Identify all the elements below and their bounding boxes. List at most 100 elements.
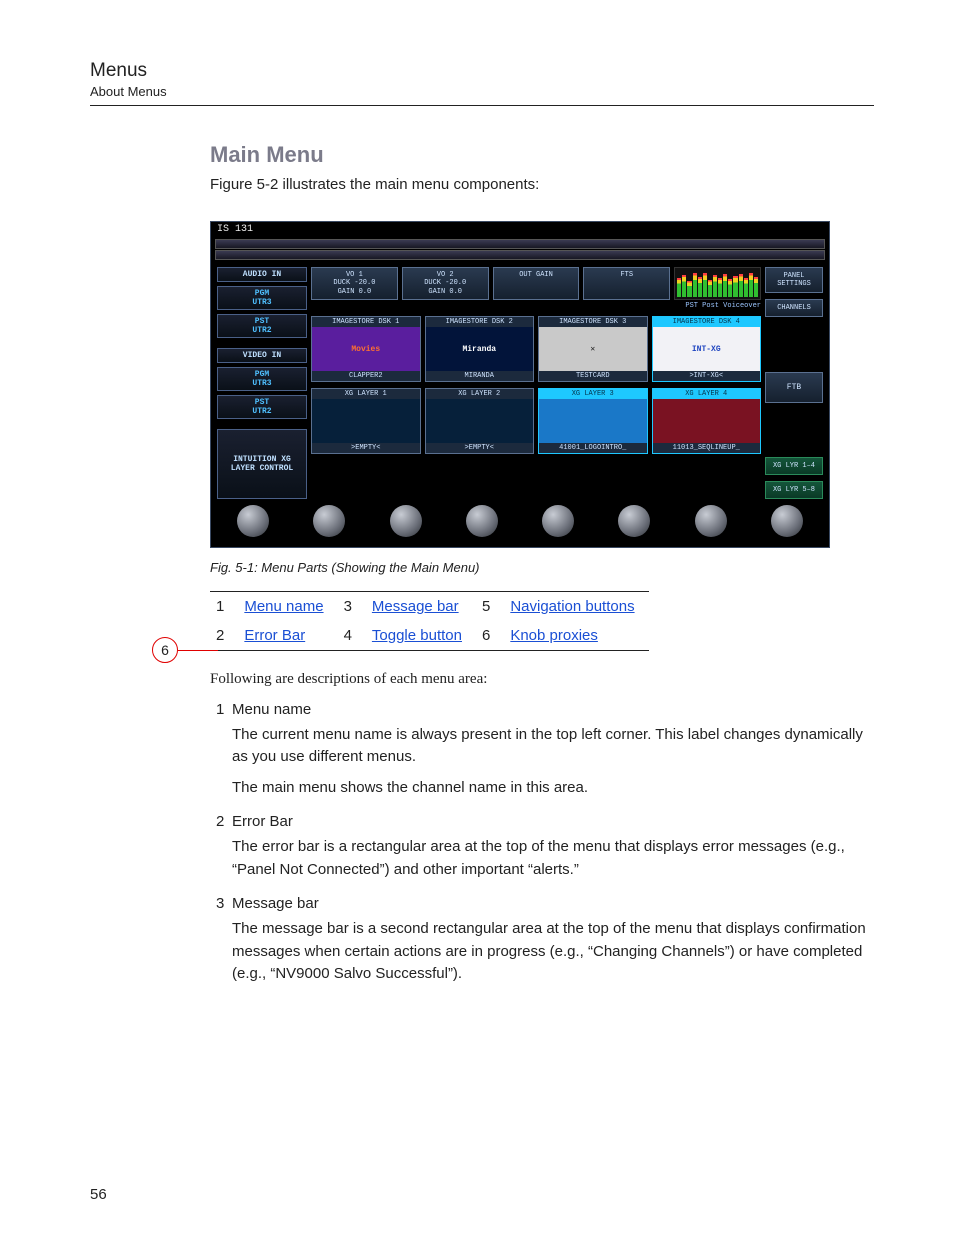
knob-proxy[interactable]	[466, 505, 498, 537]
fts-toggle[interactable]: FTS	[583, 267, 670, 300]
xg-foot: >EMPTY<	[426, 443, 534, 453]
body-intro: Following are descriptions of each menu …	[210, 669, 874, 691]
t: DUCK -20.0	[333, 279, 375, 287]
t: UTR2	[252, 326, 271, 335]
desc-3-p1: The message bar is a second rectangular …	[232, 918, 874, 986]
legend-num: 3	[338, 592, 366, 622]
knob-proxy[interactable]	[695, 505, 727, 537]
xg-title: XG LAYER 1	[312, 389, 420, 399]
xg-foot: >EMPTY<	[312, 443, 420, 453]
dsk-title: IMAGESTORE DSK 3	[539, 317, 647, 327]
dsk-foot: >INT-XG<	[653, 371, 761, 381]
dsk-cell[interactable]: IMAGESTORE DSK 2MirandaMIRANDA	[425, 316, 535, 382]
page-title: Menus	[90, 60, 874, 82]
knob-proxy[interactable]	[542, 505, 574, 537]
figure-caption: Fig. 5-1: Menu Parts (Showing the Main M…	[210, 560, 874, 575]
callout-6: 6	[152, 637, 178, 663]
page-subtitle: About Menus	[90, 84, 874, 99]
legend-link-error-bar[interactable]: Error Bar	[244, 627, 305, 644]
legend-num: 6	[476, 621, 504, 651]
vo2-box[interactable]: VO 2DUCK -20.0GAIN 0.0	[402, 267, 489, 300]
section-heading: Main Menu	[210, 142, 874, 168]
dsk-title: IMAGESTORE DSK 1	[312, 317, 420, 327]
video-pgm[interactable]: PGMUTR3	[217, 367, 307, 391]
video-pst[interactable]: PSTUTR2	[217, 395, 307, 419]
knob-proxy[interactable]	[390, 505, 422, 537]
xg-cell[interactable]: XG LAYER 411013_SEQLINEUP_	[652, 388, 762, 454]
xg-lyr-5-8-button[interactable]: XG LYR 5–8	[765, 481, 823, 499]
n: 1	[216, 701, 232, 718]
t: GAIN 0.0	[428, 288, 462, 296]
n: 3	[216, 895, 232, 912]
xg-cell[interactable]: XG LAYER 2 >EMPTY<	[425, 388, 535, 454]
legend-link-toggle-button[interactable]: Toggle button	[372, 627, 462, 644]
t: PGM	[255, 370, 269, 379]
xg-cell[interactable]: XG LAYER 341001_LOGOINTRO_	[538, 388, 648, 454]
dsk-thumb: Miranda	[426, 327, 534, 371]
desc-1-head: 1Menu name	[216, 701, 874, 718]
panel-settings-button[interactable]: PANEL SETTINGS	[765, 267, 823, 293]
dsk-title: IMAGESTORE DSK 4	[653, 317, 761, 327]
audio-in-label: AUDIO IN	[217, 267, 307, 282]
nav-buttons: PANEL SETTINGS CHANNELS FTB XG LYR 1–4 X…	[765, 267, 823, 499]
n: 2	[216, 813, 232, 830]
figure-wrap: 1 2 3 4 5 6 IS 131 AUDIO IN PGMUTR3 PSTU…	[210, 221, 874, 548]
legend-num: 2	[210, 621, 238, 651]
t: Menu name	[232, 701, 311, 718]
dsk-cell[interactable]: IMAGESTORE DSK 1MoviesCLAPPER2	[311, 316, 421, 382]
desc-1-p2: The main menu shows the channel name in …	[232, 777, 874, 800]
t: Message bar	[232, 895, 319, 912]
xg-thumb	[312, 399, 420, 443]
desc-2-head: 2Error Bar	[216, 813, 874, 830]
xg-cell[interactable]: XG LAYER 1 >EMPTY<	[311, 388, 421, 454]
dsk-cell[interactable]: IMAGESTORE DSK 4INT-XG>INT-XG<	[652, 316, 762, 382]
error-bar	[215, 239, 825, 249]
t: DUCK -20.0	[424, 279, 466, 287]
outgain-box[interactable]: OUT GAIN	[493, 267, 580, 300]
channels-button[interactable]: CHANNELS	[765, 299, 823, 317]
audio-pst[interactable]: PSTUTR2	[217, 314, 307, 338]
xg-lyr-1-4-button[interactable]: XG LYR 1–4	[765, 457, 823, 475]
xg-title: XG LAYER 4	[653, 389, 761, 399]
t: UTR3	[252, 379, 271, 388]
legend-link-navigation-buttons[interactable]: Navigation buttons	[510, 598, 634, 615]
dsk-cell[interactable]: IMAGESTORE DSK 3✕TESTCARD	[538, 316, 648, 382]
t: PGM	[255, 289, 269, 298]
mid-column: VO 1DUCK -20.0GAIN 0.0 VO 2DUCK -20.0GAI…	[311, 267, 761, 499]
audio-row: VO 1DUCK -20.0GAIN 0.0 VO 2DUCK -20.0GAI…	[311, 267, 761, 300]
t: UTR3	[252, 298, 271, 307]
screenshot: IS 131 AUDIO IN PGMUTR3 PSTUTR2 VIDEO IN…	[210, 221, 830, 548]
t: GAIN 0.0	[338, 288, 372, 296]
xg-title: XG LAYER 2	[426, 389, 534, 399]
knob-proxy[interactable]	[771, 505, 803, 537]
legend-link-message-bar[interactable]: Message bar	[372, 598, 459, 615]
dsk-foot: MIRANDA	[426, 371, 534, 381]
message-bar	[215, 250, 825, 260]
t: PST	[255, 398, 269, 407]
t: Error Bar	[232, 813, 293, 830]
header-rule	[90, 105, 874, 106]
knob-row	[211, 499, 829, 547]
dsk-row: IMAGESTORE DSK 1MoviesCLAPPER2IMAGESTORE…	[311, 316, 761, 382]
knob-proxy[interactable]	[618, 505, 650, 537]
dsk-title: IMAGESTORE DSK 2	[426, 317, 534, 327]
video-in-label: VIDEO IN	[217, 348, 307, 363]
callout-line	[178, 650, 218, 651]
xg-thumb	[426, 399, 534, 443]
audio-meters	[674, 267, 761, 300]
pst-post-label: PST Post Voiceover	[311, 302, 761, 310]
t: PST	[255, 317, 269, 326]
xg-title: XG LAYER 3	[539, 389, 647, 399]
xg-thumb	[539, 399, 647, 443]
legend-link-menu-name[interactable]: Menu name	[244, 598, 323, 615]
knob-proxy[interactable]	[313, 505, 345, 537]
page-number: 56	[90, 1186, 107, 1203]
ftb-button[interactable]: FTB	[765, 372, 823, 403]
legend-table: 1 Menu name 3 Message bar 5 Navigation b…	[210, 591, 649, 651]
legend-link-knob-proxies[interactable]: Knob proxies	[510, 627, 598, 644]
vo1-box[interactable]: VO 1DUCK -20.0GAIN 0.0	[311, 267, 398, 300]
dsk-foot: TESTCARD	[539, 371, 647, 381]
audio-pgm[interactable]: PGMUTR3	[217, 286, 307, 310]
desc-1-p1: The current menu name is always present …	[232, 724, 874, 769]
knob-proxy[interactable]	[237, 505, 269, 537]
